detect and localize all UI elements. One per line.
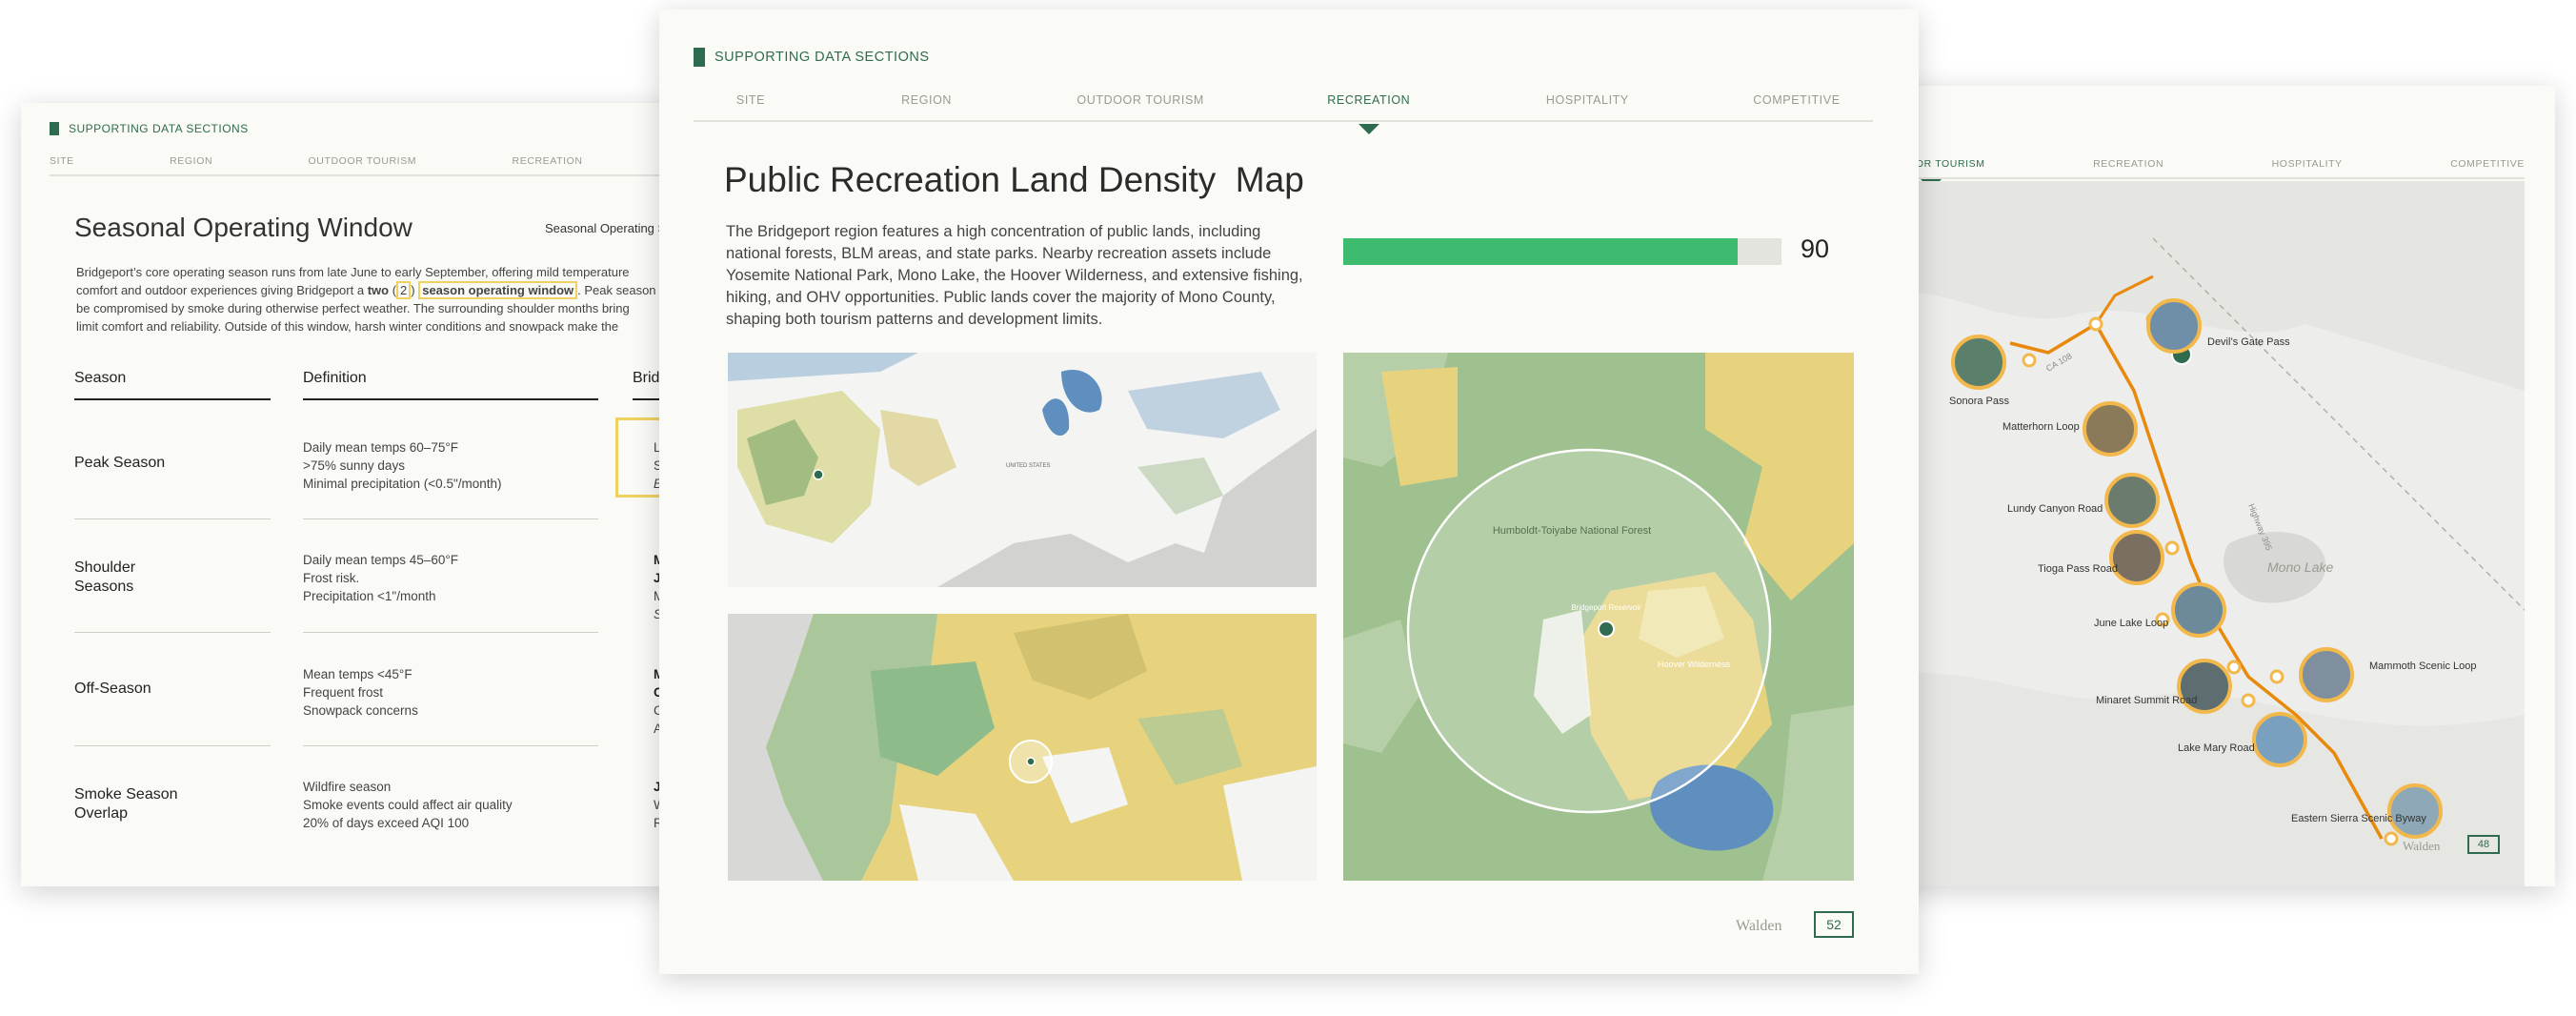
- page-number: 52: [1814, 911, 1854, 938]
- map-label-us: UNITED STATES: [1006, 463, 1050, 469]
- density-score-fill: [1343, 238, 1738, 265]
- section-tabs: SITE REGION OUTDOOR TOURISM RECREATION: [50, 155, 716, 176]
- tab-region[interactable]: REGION: [855, 93, 998, 120]
- tab-region[interactable]: REGION: [170, 155, 212, 174]
- west-public-lands-map: [728, 614, 1317, 881]
- page-title: Seasonal Operating Window: [74, 213, 413, 242]
- place-label: Matterhorn Loop: [2002, 421, 2080, 433]
- row-divider: [303, 518, 598, 519]
- section-label: SUPPORTING DATA SECTIONS: [69, 122, 249, 135]
- place-label: Tioga Pass Road: [2038, 563, 2118, 575]
- season-definition: Mean temps <45°F Frequent frost Snowpack…: [303, 667, 418, 718]
- intro-paragraph: The Bridgeport region features a high co…: [726, 223, 1303, 328]
- highlight-number: 2: [396, 281, 412, 299]
- row-divider: [303, 745, 598, 746]
- site-marker-icon: [1598, 620, 1615, 638]
- season-definition: Daily mean temps 60–75°F >75% sunny days…: [303, 440, 502, 491]
- section-marker-icon: [50, 122, 59, 135]
- season-name: Smoke Season Overlap: [74, 786, 178, 822]
- place-label: June Lake Loop: [2094, 618, 2168, 629]
- highlight-phrase: season operating window: [418, 281, 578, 299]
- map-label-town: Bridgeport Reservoir: [1571, 603, 1641, 612]
- tab-competitive[interactable]: COMPETITIVE: [2450, 158, 2525, 177]
- place-label: Lake Mary Road: [2178, 742, 2255, 754]
- section-marker-icon: [694, 48, 705, 67]
- place-label: Minaret Summit Road: [2096, 695, 2197, 706]
- tab-hospitality[interactable]: HOSPITALITY: [2272, 158, 2343, 177]
- tab-site[interactable]: SITE: [694, 93, 808, 120]
- us-public-lands-map: UNITED STATES: [728, 353, 1317, 587]
- season-definition: Daily mean temps 45–60°F Frost risk. Pre…: [303, 553, 458, 603]
- density-score-value: 90: [1801, 234, 1830, 263]
- tab-site[interactable]: SITE: [50, 155, 74, 174]
- page-title: Public Recreation Land Density Map: [724, 160, 1304, 199]
- footer-brand: Walden: [2403, 839, 2441, 853]
- row-divider: [303, 632, 598, 633]
- density-score-bar: [1343, 238, 1781, 265]
- map-label-forest: Humboldt-Toiyabe National Forest: [1493, 525, 1651, 537]
- site-marker-icon: [1026, 757, 1036, 766]
- section-tabs: SITE REGION OUTDOOR TOURISM RECREATION H…: [694, 93, 1873, 122]
- para-line: be compromised by smoke during otherwise…: [76, 301, 630, 315]
- place-label: Mammoth Scenic Loop: [2369, 660, 2477, 672]
- row-divider: [74, 632, 271, 633]
- para-line: limit comfort and reliability. Outside o…: [76, 319, 619, 334]
- site-marker-icon: [813, 469, 824, 480]
- place-label: Lundy Canyon Road: [2007, 503, 2103, 515]
- scenic-drives-map: Mono Lake CA 108 Highway 395 Devil’s Gat…: [1867, 181, 2525, 886]
- map-label-mono-lake: Mono Lake: [2267, 559, 2333, 575]
- season-name: Shoulder Seasons: [74, 559, 136, 595]
- para-line: Bridgeport’s core operating season runs …: [76, 265, 630, 279]
- tab-recreation[interactable]: RECREATION: [1283, 93, 1455, 120]
- seasonal-slide: SUPPORTING DATA SECTIONS SITE REGION OUT…: [21, 103, 747, 886]
- section-tag: SUPPORTING DATA SECTIONS: [694, 48, 930, 67]
- local-density-map: Humboldt-Toiyabe National Forest Bridgep…: [1343, 353, 1854, 881]
- header-definition: Definition: [303, 370, 598, 400]
- place-label: Eastern Sierra Scenic Byway: [2291, 813, 2426, 824]
- season-name: Peak Season: [74, 455, 166, 471]
- tab-recreation[interactable]: RECREATION: [513, 155, 583, 174]
- row-divider: [74, 518, 271, 519]
- page-number: 48: [2467, 835, 2500, 854]
- tab-outdoor-tourism[interactable]: OUTDOOR TOURISM: [309, 155, 417, 174]
- intro-paragraph: Bridgeport’s core operating season runs …: [76, 263, 724, 335]
- recreation-density-slide: SUPPORTING DATA SECTIONS SITE REGION OUT…: [659, 10, 1919, 974]
- para-text: comfort and outdoor experiences giving B…: [76, 283, 368, 297]
- season-definition: Wildfire season Smoke events could affec…: [303, 780, 513, 830]
- place-label: Sonora Pass: [1949, 396, 2009, 407]
- para-text: . Peak season: [577, 283, 656, 297]
- scenic-drives-slide: OUTDOOR TOURISM RECREATION HOSPITALITY C…: [1867, 86, 2555, 886]
- para-text: (: [389, 283, 397, 297]
- tab-outdoor-tourism[interactable]: OUTDOOR TOURISM: [1045, 93, 1236, 120]
- tab-hospitality[interactable]: HOSPITALITY: [1501, 93, 1673, 120]
- footer-brand: Walden: [1736, 918, 1782, 934]
- row-divider: [74, 745, 271, 746]
- tab-recreation[interactable]: RECREATION: [2093, 158, 2163, 177]
- tab-competitive[interactable]: COMPETITIVE: [1721, 93, 1873, 120]
- para-line: comfort and outdoor experiences giving B…: [76, 281, 724, 299]
- place-label: Devil’s Gate Pass: [2207, 336, 2290, 348]
- season-name: Off-Season: [74, 681, 151, 697]
- section-tag: SUPPORTING DATA SECTIONS: [50, 122, 249, 135]
- para-bold: two: [367, 283, 390, 297]
- section-tabs: OUTDOOR TOURISM RECREATION HOSPITALITY C…: [1867, 158, 2525, 179]
- aside-title: Seasonal Operating S: [545, 221, 667, 235]
- map-label-wilderness: Hoover Wilderness: [1658, 660, 1731, 669]
- header-season: Season: [74, 370, 271, 400]
- section-label: SUPPORTING DATA SECTIONS: [714, 50, 930, 65]
